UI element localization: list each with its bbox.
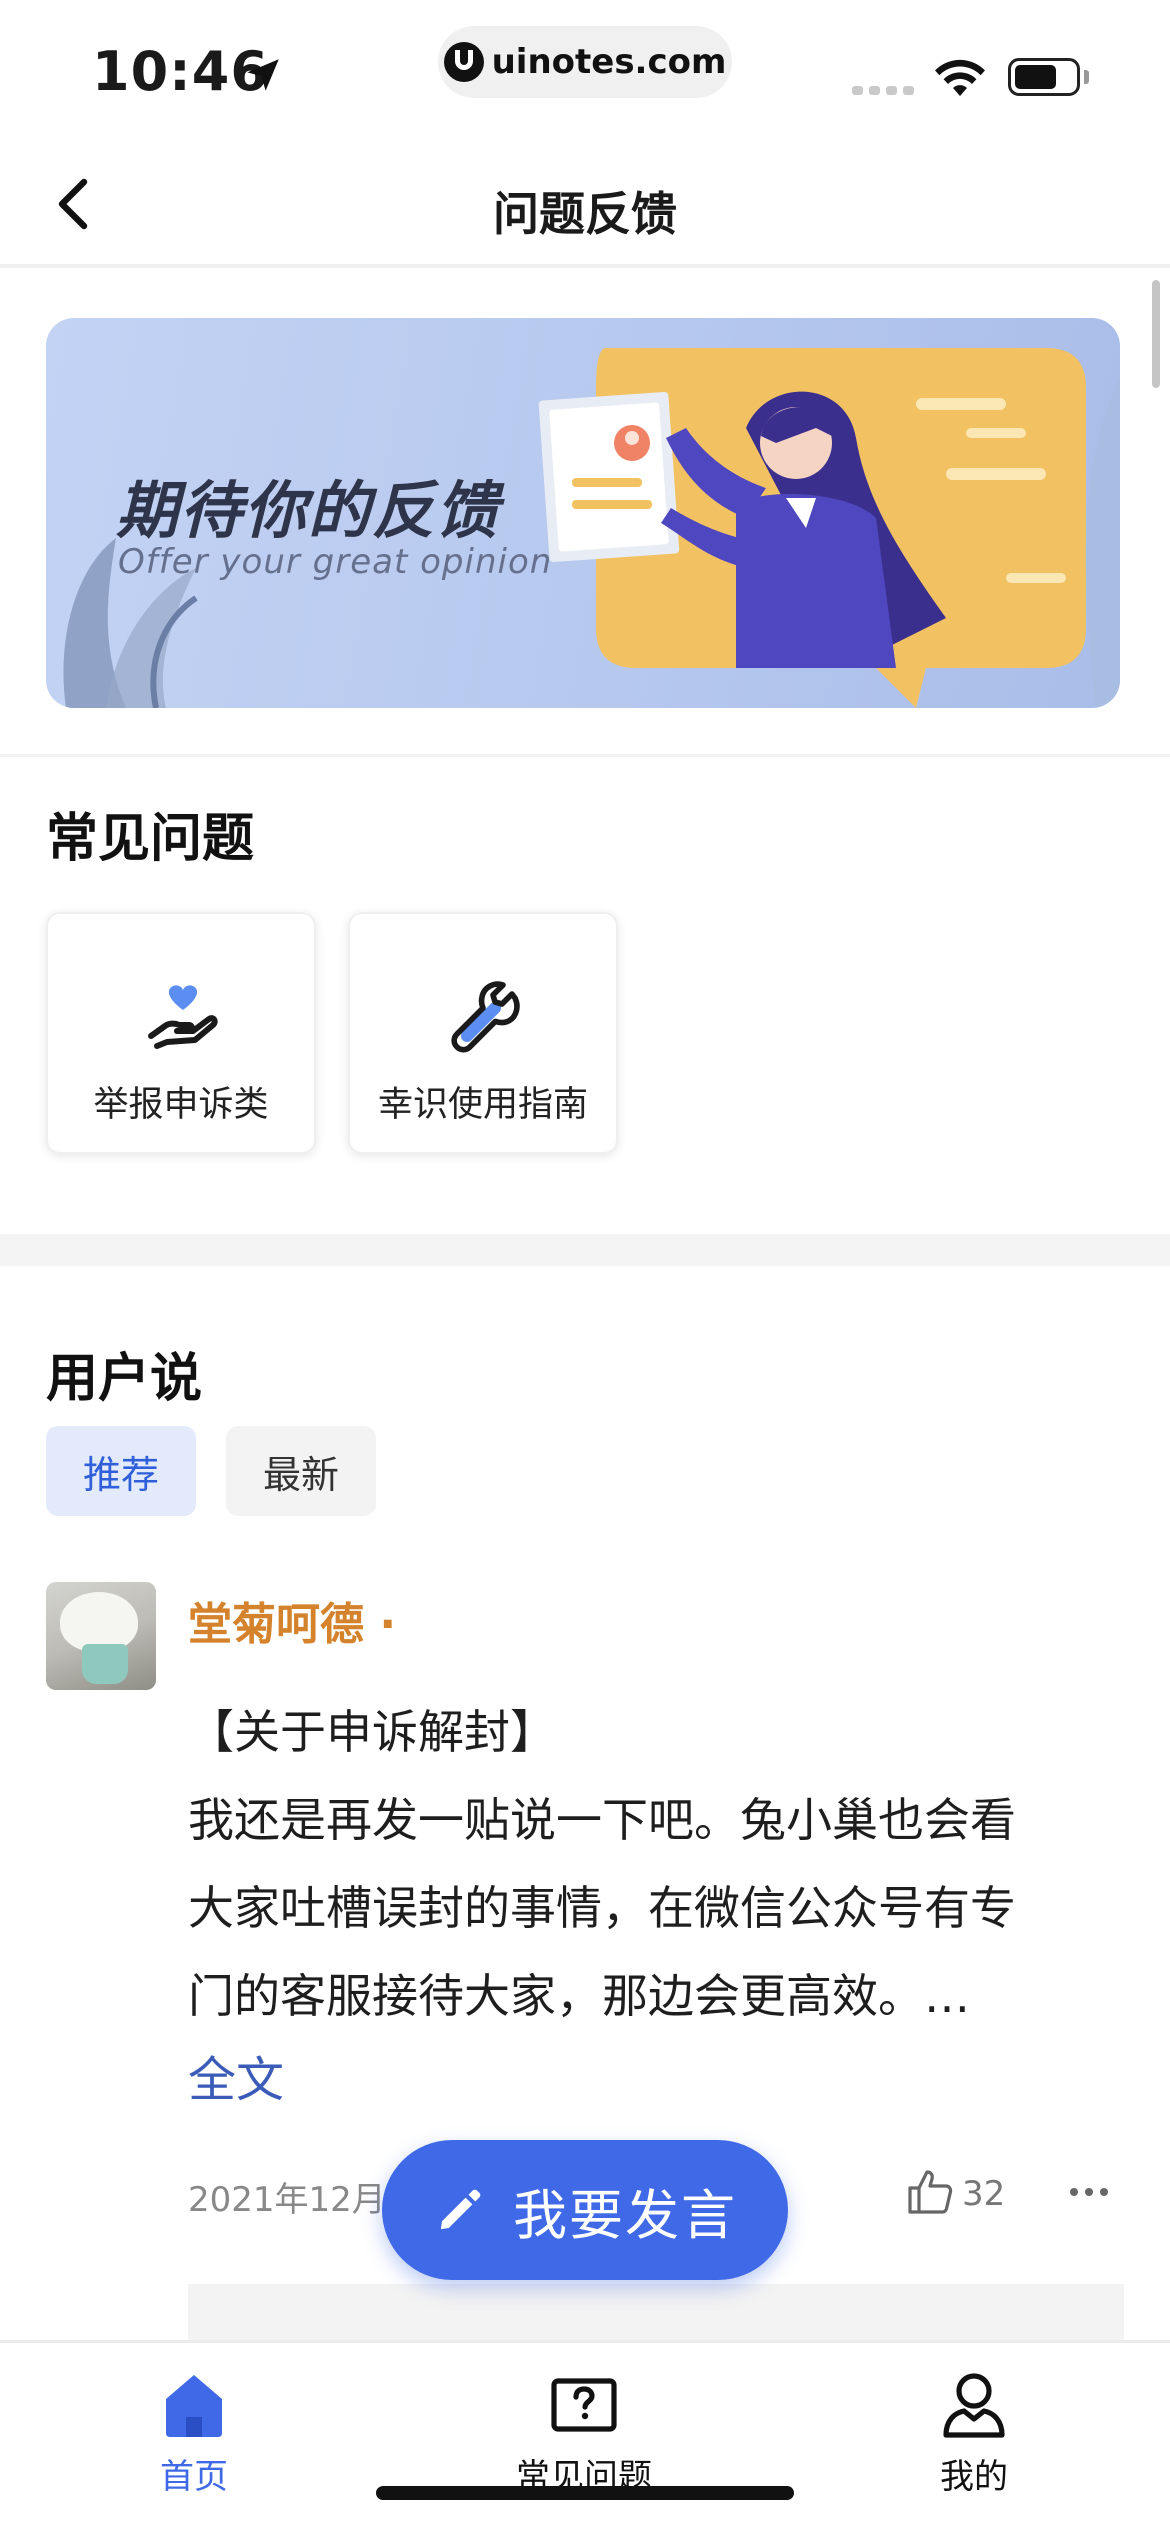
feedback-banner[interactable]: 期待你的反馈 Offer your great opinion (46, 318, 1120, 708)
tab-latest[interactable]: 最新 (226, 1426, 376, 1516)
faq-card-report-appeal[interactable]: 举报申诉类 (46, 912, 316, 1154)
hand-heart-icon (148, 985, 218, 1049)
post-line: 门的客服接待大家，那边会更高效。… (188, 1969, 970, 2023)
tab-label: 我的 (940, 2457, 1008, 2497)
banner-title: 期待你的反馈 (116, 474, 501, 547)
post-body[interactable]: 【关于申诉解封】 我还是再发一贴说一下吧。兔小巢也会看 大家吐槽误封的事情，在微… (188, 1688, 1128, 2040)
section-divider (0, 754, 1170, 757)
bottom-tab-bar: 首页 常见问题 我的 (0, 2340, 1170, 2532)
tab-home[interactable]: 首页 (94, 2369, 294, 2509)
post-line: 大家吐槽误封的事情，在微信公众号有专 (188, 1881, 1016, 1935)
post-line: 我还是再发一贴说一下吧。兔小巢也会看 (188, 1793, 1016, 1847)
home-icon (166, 2375, 222, 2437)
post-button[interactable]: 我要发言 (382, 2140, 788, 2280)
pencil-icon (440, 2189, 481, 2230)
faq-card-guide[interactable]: 幸识使用指南 (348, 912, 618, 1154)
wrench-icon (451, 981, 520, 1053)
tab-mine[interactable]: 我的 (874, 2369, 1074, 2509)
battery-cap (1084, 70, 1089, 84)
url-pill[interactable]: uinotes.com (438, 26, 732, 98)
tab-recommend[interactable]: 推荐 (46, 1426, 196, 1516)
faq-card-label: 举报申诉类 (93, 1085, 269, 1125)
tab-label: 首页 (160, 2457, 228, 2497)
nav-bar: 问题反馈 (0, 140, 1170, 268)
person-icon (943, 2373, 1005, 2438)
user-says-title: 用户说 (46, 1349, 203, 1409)
like-count: 32 (962, 2174, 1006, 2214)
status-bar: 10:46 uinotes.com (0, 0, 1170, 140)
battery-icon (1008, 58, 1080, 96)
avatar-bowl (82, 1644, 128, 1684)
signal-icon (852, 86, 914, 95)
location-arrow-icon (247, 59, 279, 91)
more-options-icon[interactable] (1068, 2186, 1110, 2198)
scrollbar-thumb[interactable] (1152, 280, 1160, 388)
site-logo-icon (443, 42, 484, 82)
post-username[interactable]: 堂菊呵德 · (188, 1588, 396, 1652)
post-line: 【关于申诉解封】 (188, 1705, 556, 1759)
home-indicator (376, 2486, 794, 2500)
wifi-icon (935, 59, 985, 96)
thumbs-up-icon[interactable] (904, 2166, 956, 2218)
post-date: 2021年12月1 (188, 2180, 408, 2220)
page-title: 问题反馈 (493, 187, 677, 241)
banner-subtitle: Offer your great opinion (118, 542, 553, 582)
post-image[interactable] (188, 2284, 1124, 2344)
faq-card-label: 幸识使用指南 (377, 1085, 588, 1125)
faq-section-title: 常见问题 (46, 809, 255, 869)
url-text: uinotes.com (491, 42, 727, 82)
question-box-icon (551, 2378, 617, 2432)
avatar-cat (60, 1592, 138, 1652)
full-text-link[interactable]: 全文 (188, 2040, 284, 2110)
post-button-label: 我要发言 (513, 2183, 737, 2247)
section-divider-thick (0, 1234, 1170, 1266)
avatar[interactable] (46, 1582, 156, 1690)
